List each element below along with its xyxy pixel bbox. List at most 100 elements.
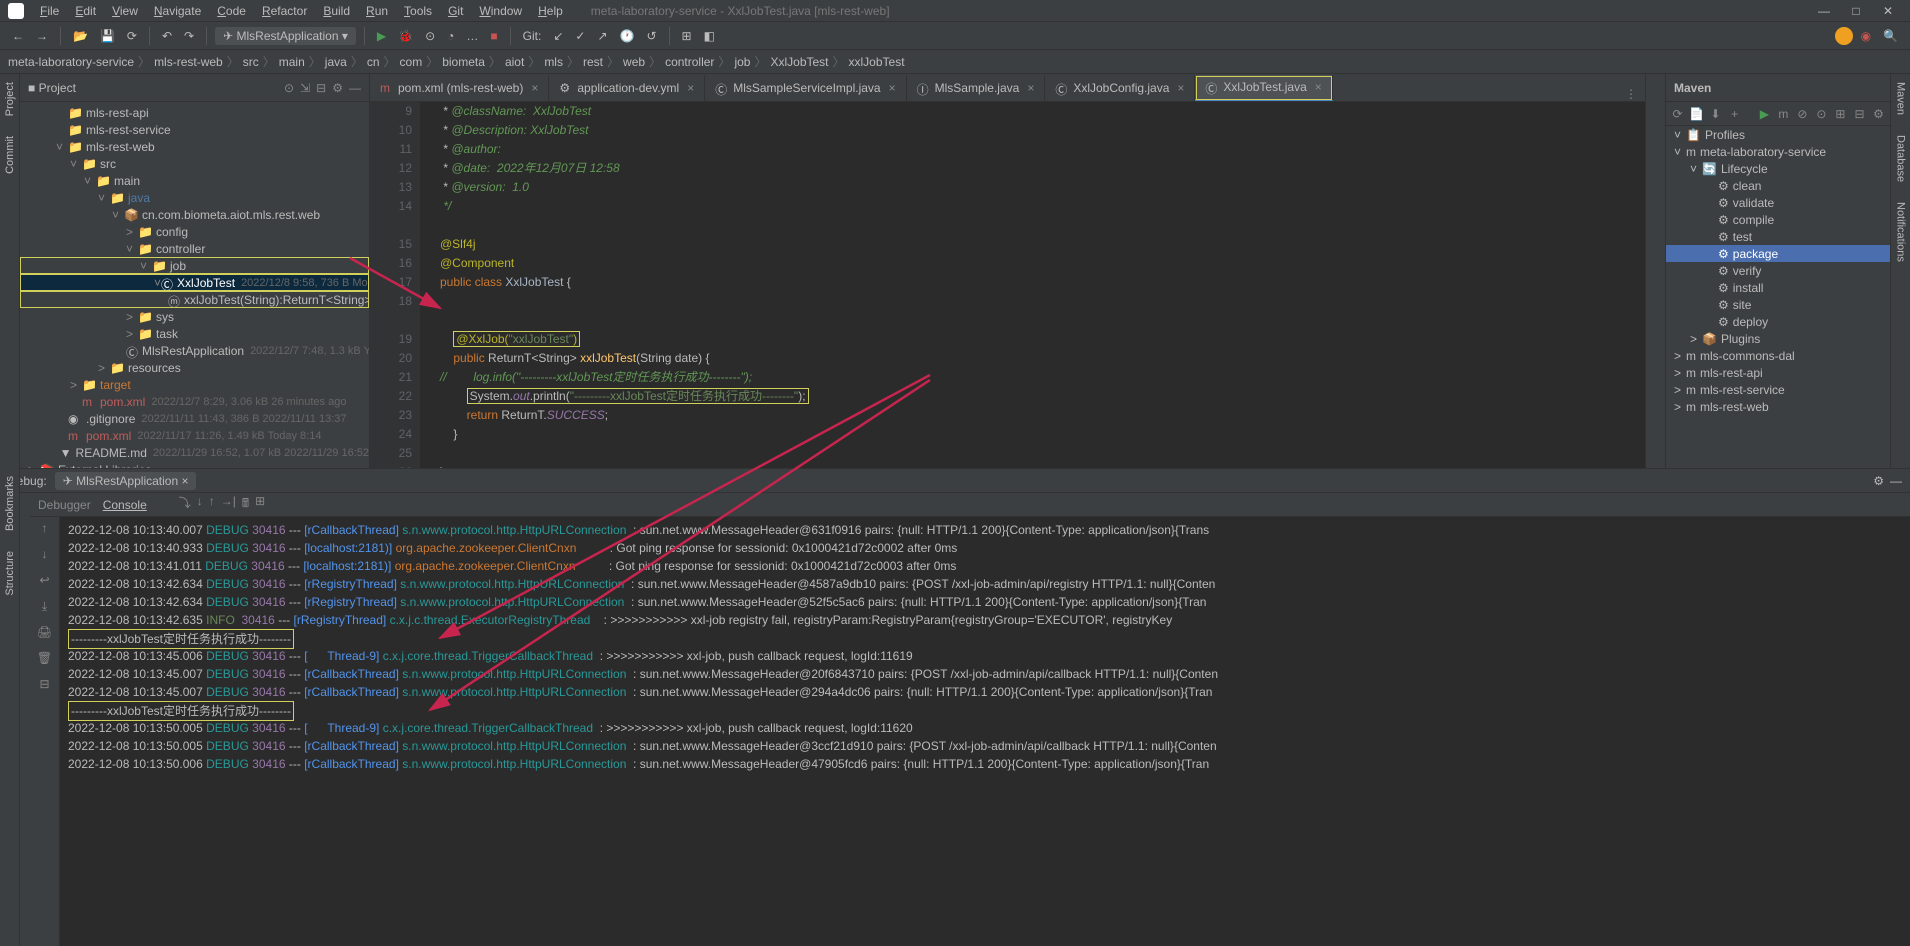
menu-refactor[interactable]: Refactor [254, 4, 315, 18]
maven-node-mls-rest-api[interactable]: >mmls-rest-api [1666, 364, 1890, 381]
maven-node-site[interactable]: ⚙site [1666, 296, 1890, 313]
step-into-icon[interactable]: ↓ [197, 494, 203, 515]
tool-maven[interactable]: Maven [1895, 78, 1907, 119]
save-button[interactable]: 💾 [96, 27, 119, 45]
maven-tree[interactable]: ˅📋Profiles˅mmeta-laboratory-service˅🔄Lif… [1666, 126, 1890, 468]
debug-settings-icon[interactable]: ⚙ [1873, 474, 1884, 488]
crumb-java[interactable]: java [325, 55, 347, 69]
attach-button[interactable]: … [462, 27, 482, 45]
maven-node-test[interactable]: ⚙test [1666, 228, 1890, 245]
run-to-cursor-icon[interactable]: →| [221, 494, 236, 515]
select-opened-icon[interactable]: ⊙ [284, 81, 294, 95]
tool-commit[interactable]: Commit [4, 132, 16, 178]
crumb-main[interactable]: main [279, 55, 305, 69]
maven-reload-icon[interactable]: ⟳ [1670, 107, 1685, 121]
debug-button[interactable]: 🐞 [394, 27, 417, 45]
crumb-XxlJobTest[interactable]: XxlJobTest [770, 55, 828, 69]
tree-node-cn.com.biometa.aiot.mls.rest.web[interactable]: ˅📦cn.com.biometa.aiot.mls.rest.web [20, 206, 369, 223]
menu-window[interactable]: Window [471, 4, 530, 18]
undo-button[interactable]: ↶ [158, 27, 176, 45]
maven-execute-icon[interactable]: m [1776, 107, 1791, 121]
tree-node-sys[interactable]: >📁sys [20, 308, 369, 325]
menu-code[interactable]: Code [209, 4, 254, 18]
step-over-icon[interactable]: ⤵ [179, 494, 191, 515]
git-push-button[interactable]: ↗ [593, 27, 611, 45]
tree-node-java[interactable]: ˅📁java [20, 189, 369, 206]
crumb-meta-laboratory-service[interactable]: meta-laboratory-service [8, 55, 134, 69]
minimize-button[interactable]: — [1810, 4, 1838, 18]
tool-project[interactable]: Project [4, 78, 16, 120]
git-rollback-button[interactable]: ↺ [642, 27, 660, 45]
menu-navigate[interactable]: Navigate [146, 4, 209, 18]
tree-node-controller[interactable]: ˅📁controller [20, 240, 369, 257]
tool-structure[interactable]: Structure [4, 547, 16, 600]
maven-node-meta-laboratory-service[interactable]: ˅mmeta-laboratory-service [1666, 143, 1890, 160]
git-commit-button[interactable]: ✓ [571, 27, 589, 45]
maven-node-Plugins[interactable]: >📦Plugins [1666, 330, 1890, 347]
tab-XxlJobTest.java[interactable]: ⒸXxlJobTest.java× [1195, 75, 1332, 101]
crumb-com[interactable]: com [400, 55, 423, 69]
tool-database[interactable]: Database [1895, 131, 1907, 186]
tabs-more-icon[interactable]: ⋮ [1617, 87, 1645, 101]
maven-node-clean[interactable]: ⚙clean [1666, 177, 1890, 194]
console-output[interactable]: 2022-12-08 10:13:40.007 DEBUG 30416 --- … [60, 517, 1910, 946]
tree-node-resources[interactable]: >📁resources [20, 359, 369, 376]
crumb-rest[interactable]: rest [583, 55, 603, 69]
maven-node-mls-rest-service[interactable]: >mmls-rest-service [1666, 381, 1890, 398]
maven-node-deploy[interactable]: ⚙deploy [1666, 313, 1890, 330]
tree-node-target[interactable]: >📁target [20, 376, 369, 393]
tree-node-XxlJobTest[interactable]: ˅ⒸXxlJobTest2022/12/8 9:58, 736 B Moment… [20, 274, 369, 291]
tab-debugger[interactable]: Debugger [38, 498, 91, 512]
expand-all-icon[interactable]: ⇲ [300, 81, 310, 95]
menu-edit[interactable]: Edit [67, 4, 104, 18]
tree-node-mls-rest-web[interactable]: ˅📁mls-rest-web [20, 138, 369, 155]
database-button[interactable]: ⊞ [678, 27, 696, 45]
close-button[interactable]: ✕ [1874, 4, 1902, 18]
clear-icon[interactable]: 🗑 [37, 651, 52, 671]
maven-node-validate[interactable]: ⚙validate [1666, 194, 1890, 211]
maven-run-icon[interactable]: ▶ [1757, 107, 1772, 121]
maven-node-mls-rest-web[interactable]: >mmls-rest-web [1666, 398, 1890, 415]
crumb-mls[interactable]: mls [544, 55, 563, 69]
scroll-down-icon[interactable]: ↓ [42, 547, 48, 567]
tree-node-job[interactable]: ˅📁job [20, 257, 369, 274]
tool-bookmarks[interactable]: Bookmarks [4, 472, 16, 535]
maximize-button[interactable]: □ [1842, 4, 1870, 18]
menu-run[interactable]: Run [358, 4, 396, 18]
tree-node-xxlJobTest(String):ReturnT<String>[interactable]: ⓜxxlJobTest(String):ReturnT<String> [20, 291, 369, 308]
tree-node-MlsRestApplication[interactable]: ⒸMlsRestApplication2022/12/7 7:48, 1.3 k… [20, 342, 369, 359]
avatar-icon[interactable] [1835, 27, 1853, 45]
search-button[interactable]: 🔍 [1879, 27, 1902, 45]
run-config-dropdown[interactable]: ✈ MlsRestApplication ▾ [215, 27, 356, 45]
profile-button[interactable]: ◔ [443, 27, 458, 45]
debug-hide-icon[interactable]: — [1890, 474, 1902, 488]
menu-tools[interactable]: Tools [396, 4, 440, 18]
tree-node-README.md[interactable]: ▼README.md2022/11/29 16:52, 1.07 kB 2022… [20, 444, 369, 461]
structure-button[interactable]: ◧ [700, 27, 719, 45]
maven-generate-icon[interactable]: 📄 [1689, 107, 1704, 121]
soft-wrap-icon[interactable]: ↩ [39, 573, 49, 593]
tree-node-mls-rest-api[interactable]: 📁mls-rest-api [20, 104, 369, 121]
maven-skip-tests-icon[interactable]: ⊙ [1814, 107, 1829, 121]
panel-settings-icon[interactable]: ⚙ [332, 81, 343, 95]
menu-git[interactable]: Git [440, 4, 471, 18]
forward-button[interactable]: → [32, 27, 52, 45]
menu-build[interactable]: Build [315, 4, 358, 18]
run-button[interactable]: ▶ [373, 27, 390, 45]
crumb-mls-rest-web[interactable]: mls-rest-web [154, 55, 223, 69]
menu-view[interactable]: View [104, 4, 146, 18]
tree-node-task[interactable]: >📁task [20, 325, 369, 342]
tab-MlsSampleServiceImpl.java[interactable]: ⒸMlsSampleServiceImpl.java× [705, 75, 906, 101]
crumb-aiot[interactable]: aiot [505, 55, 524, 69]
project-tree[interactable]: 📁mls-rest-api📁mls-rest-service˅📁mls-rest… [20, 102, 369, 468]
stop-button[interactable]: ■ [486, 27, 501, 45]
hide-panel-icon[interactable]: — [349, 81, 361, 95]
maven-node-Lifecycle[interactable]: ˅🔄Lifecycle [1666, 160, 1890, 177]
crumb-controller[interactable]: controller [665, 55, 714, 69]
maven-node-package[interactable]: ⚙package [1666, 245, 1890, 262]
crumb-biometa[interactable]: biometa [442, 55, 485, 69]
tab-XxlJobConfig.java[interactable]: ⒸXxlJobConfig.java× [1045, 75, 1195, 101]
maven-collapse-icon[interactable]: ⊟ [1852, 107, 1867, 121]
maven-toggle-offline-icon[interactable]: ⊘ [1795, 107, 1810, 121]
step-out-icon[interactable]: ↑ [209, 494, 215, 515]
